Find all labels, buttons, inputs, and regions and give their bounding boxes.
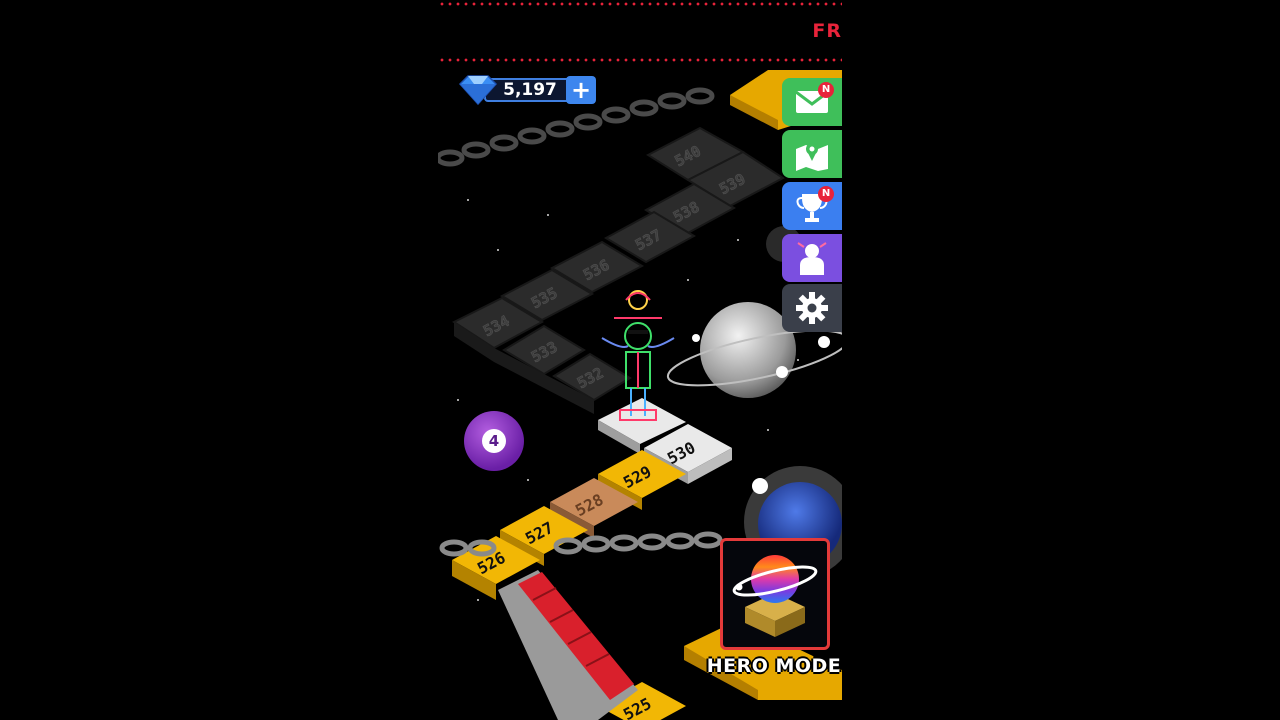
gear-icon [796,292,828,324]
planet-rainbow-icon [732,555,818,637]
add-gems-button[interactable]: + [566,76,596,104]
map-button[interactable] [782,130,842,178]
settings-button[interactable] [782,284,842,332]
gem-counter: 5,197 + [458,75,596,106]
character-button[interactable] [782,234,842,282]
gem-icon [458,75,498,106]
ball-number: 4 [482,429,506,453]
notification-badge: N [818,82,834,98]
hero-mode-button[interactable] [720,538,830,650]
red-carpet-stairs [498,570,638,720]
notification-badge: N [818,186,834,202]
gem-count: 5,197 [503,80,557,100]
mail-button[interactable]: N [782,78,842,126]
game-viewport[interactable]: FR 540 539 538 537 536 535 534 533 532 5… [438,0,842,720]
hero-mode-label: HERO MODE [706,655,842,677]
trophy-button[interactable]: N [782,182,842,230]
pool-ball-4[interactable]: 4 [464,411,524,471]
character-icon [797,242,827,275]
map-icon [796,143,828,171]
